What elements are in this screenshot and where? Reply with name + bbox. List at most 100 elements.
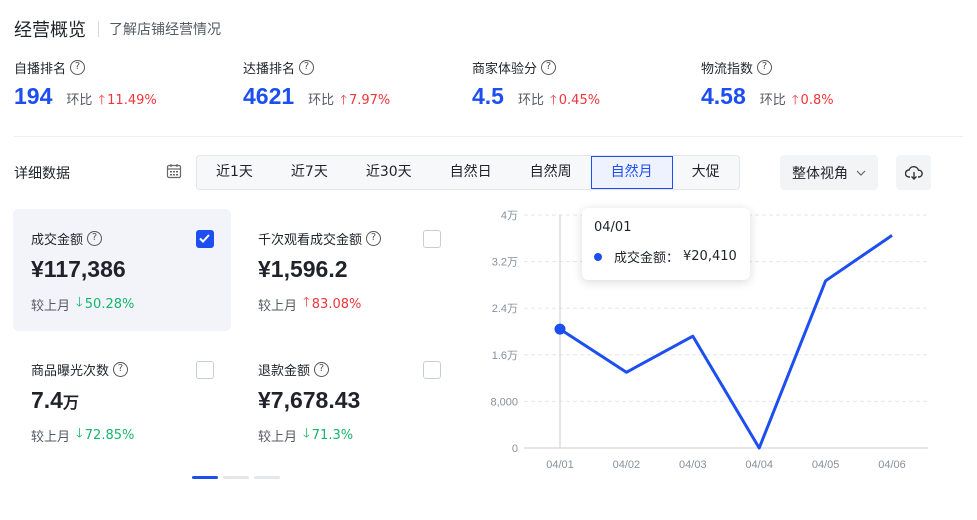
- page-header: 经营概览 了解店铺经营情况: [14, 16, 221, 42]
- metric-value: 4.5: [472, 83, 504, 109]
- card-compare-label: 较上月: [31, 429, 71, 445]
- card-checkbox[interactable]: [196, 230, 214, 248]
- card-change: 72.85%: [84, 427, 135, 443]
- metric-change: 0.8%: [800, 93, 834, 108]
- cloud-download-icon: [904, 165, 923, 180]
- card-refund-amount[interactable]: 退款金额? ¥7,678.43 较上月 🡓 71.3%: [240, 340, 458, 462]
- tab-natural-day[interactable]: 自然日: [431, 156, 511, 189]
- series-dot-icon: [594, 252, 602, 261]
- x-tick-label: 04/06: [878, 459, 906, 471]
- arrow-up-icon: 🡑: [303, 295, 310, 310]
- card-change: 71.3%: [311, 427, 354, 443]
- tab-last-7-days[interactable]: 近7天: [272, 156, 347, 189]
- card-compare-label: 较上月: [258, 298, 298, 314]
- highlight-point: [554, 323, 566, 335]
- arrow-up-icon: 🡑: [550, 93, 557, 108]
- y-tick-label: 3.2万: [492, 257, 518, 269]
- metric-label: 自播排名: [14, 62, 67, 77]
- download-button[interactable]: [896, 155, 931, 190]
- metric-change: 7.97%: [348, 93, 391, 108]
- x-tick-label: 04/05: [812, 459, 840, 471]
- card-gpm[interactable]: 千次观看成交金额? ¥1,596.2 较上月 🡑 83.08%: [240, 209, 458, 331]
- x-tick-label: 04/02: [613, 459, 641, 471]
- card-value: ¥7,678.43: [258, 387, 361, 413]
- card-label: 商品曝光次数: [31, 364, 110, 379]
- card-checkbox[interactable]: [423, 230, 441, 248]
- card-label: 千次观看成交金额: [258, 233, 363, 248]
- tab-promotion[interactable]: 大促: [673, 156, 739, 189]
- section-divider: [14, 136, 963, 137]
- y-tick-label: 4万: [501, 210, 518, 222]
- y-tick-label: 2.4万: [492, 303, 518, 315]
- metric-label: 物流指数: [701, 62, 754, 77]
- metric-logistics-index: 物流指数? 4.58 环比 🡑 0.8%: [701, 58, 834, 113]
- card-checkbox[interactable]: [196, 361, 214, 379]
- metric-change: 11.49%: [107, 93, 157, 108]
- view-select-value: 整体视角: [792, 165, 848, 182]
- card-value: 7.4万: [31, 387, 79, 413]
- pager-dot-1[interactable]: [192, 476, 218, 479]
- help-icon[interactable]: ?: [314, 362, 330, 377]
- metric-merchant-experience: 商家体验分? 4.5 环比 🡑 0.45%: [472, 58, 600, 113]
- metric-value: 194: [14, 83, 53, 109]
- tab-natural-month[interactable]: 自然月: [590, 156, 673, 189]
- help-icon[interactable]: ?: [70, 60, 86, 75]
- card-label: 退款金额: [258, 364, 311, 379]
- tab-last-30-days[interactable]: 近30天: [347, 156, 431, 189]
- card-value: ¥117,386: [31, 256, 126, 282]
- page-title: 经营概览: [14, 20, 86, 41]
- tooltip-value: ¥20,410: [683, 249, 737, 264]
- help-icon[interactable]: ?: [757, 60, 773, 75]
- header-divider: [98, 21, 99, 37]
- metric-influencer-rank: 达播排名? 4621 环比 🡑 7.97%: [243, 58, 390, 113]
- time-range-tabs: 近1天 近7天 近30天 自然日 自然周 自然月 大促: [196, 155, 740, 190]
- y-tick-label: 8,000: [490, 396, 518, 408]
- page-subtitle: 了解店铺经营情况: [109, 22, 221, 38]
- y-tick-label: 0: [512, 443, 518, 455]
- metric-label: 商家体验分: [472, 62, 538, 77]
- metric-value: 4.58: [701, 83, 746, 109]
- help-icon[interactable]: ?: [541, 60, 557, 75]
- card-checkbox[interactable]: [423, 361, 441, 379]
- tooltip-date: 04/01: [594, 220, 632, 235]
- card-value: ¥1,596.2: [258, 256, 348, 282]
- help-icon[interactable]: ?: [87, 231, 103, 246]
- y-tick-label: 1.6万: [492, 350, 518, 362]
- view-select[interactable]: 整体视角: [780, 155, 878, 190]
- metric-label: 达播排名: [243, 62, 296, 77]
- x-tick-label: 04/01: [546, 459, 574, 471]
- card-change: 83.08%: [311, 296, 362, 312]
- metric-value: 4621: [243, 83, 295, 109]
- arrow-down-icon: 🡓: [303, 426, 310, 441]
- help-icon[interactable]: ?: [299, 60, 315, 75]
- arrow-down-icon: 🡓: [76, 295, 83, 310]
- arrow-up-icon: 🡑: [98, 93, 106, 108]
- card-compare-label: 较上月: [31, 298, 71, 314]
- pager-dot-2[interactable]: [223, 476, 249, 479]
- card-transaction-amount[interactable]: 成交金额? ¥117,386 较上月 🡓 50.28%: [13, 209, 231, 331]
- metric-change: 0.45%: [558, 93, 601, 108]
- tab-last-1-day[interactable]: 近1天: [197, 156, 272, 189]
- arrow-up-icon: 🡑: [340, 93, 347, 108]
- x-tick-label: 04/03: [679, 459, 707, 471]
- chart-tooltip: 04/01 成交金额： ¥20,410: [582, 208, 750, 280]
- card-change: 50.28%: [84, 296, 135, 312]
- arrow-up-icon: 🡑: [791, 93, 799, 108]
- metric-self-broadcast-rank: 自播排名? 194 环比 🡑 11.49%: [14, 58, 157, 113]
- arrow-down-icon: 🡓: [76, 426, 83, 441]
- card-label: 成交金额: [31, 233, 84, 248]
- detail-section-title: 详细数据: [14, 166, 70, 182]
- metric-ratio-label: 环比: [517, 93, 544, 108]
- card-compare-label: 较上月: [258, 429, 298, 445]
- tab-natural-week[interactable]: 自然周: [511, 156, 591, 189]
- chevron-down-icon: [856, 170, 866, 176]
- metric-ratio-label: 环比: [66, 93, 93, 108]
- metric-ratio-label: 环比: [759, 93, 786, 108]
- check-icon: [199, 234, 210, 243]
- tooltip-series: 成交金额：: [614, 251, 680, 266]
- help-icon[interactable]: ?: [366, 231, 382, 246]
- calendar-icon[interactable]: [166, 163, 182, 179]
- pager-dot-3[interactable]: [254, 476, 280, 479]
- card-product-exposure[interactable]: 商品曝光次数? 7.4万 较上月 🡓 72.85%: [13, 340, 231, 462]
- help-icon[interactable]: ?: [113, 362, 129, 377]
